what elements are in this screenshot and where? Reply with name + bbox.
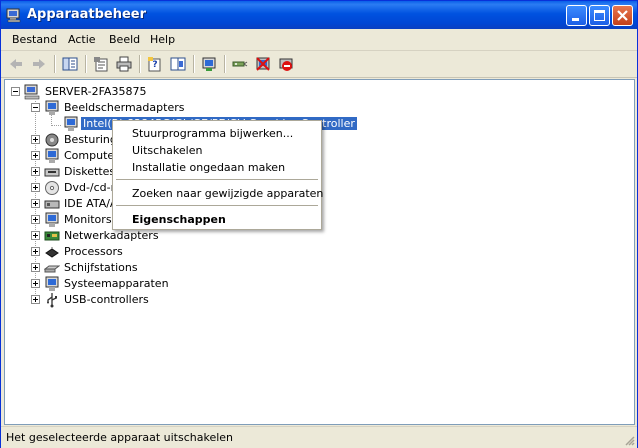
menu-beeld[interactable]: Beeld: [109, 33, 140, 46]
tree-category-label: Besturing: [64, 133, 117, 146]
network-adapter-icon: [44, 231, 60, 241]
tree-category-label: USB-controllers: [64, 293, 149, 306]
menu-item-update-driver[interactable]: Stuurprogramma bijwerken...: [113, 124, 321, 141]
title-bar[interactable]: Apparaatbeheer: [1, 1, 637, 29]
computer-icon: [24, 84, 40, 100]
update-driver-icon[interactable]: [201, 56, 217, 72]
menu-item-label: Zoeken naar gewijzigde apparaten: [132, 187, 324, 200]
tree-root[interactable]: SERVER-2FA35875: [5, 84, 305, 100]
tree-category-label: Netwerkadapters: [64, 229, 159, 242]
menu-item-label: Uitschakelen: [132, 144, 203, 157]
status-text: Het geselecteerde apparaat uitschakelen: [6, 431, 234, 444]
menu-help[interactable]: Help: [150, 33, 175, 46]
scan-hardware-icon[interactable]: [232, 56, 248, 72]
menu-bar: Bestand Actie Beeld Help: [1, 29, 637, 51]
menu-separator: [116, 205, 318, 206]
minimize-icon: [572, 18, 579, 21]
tree-category-system-devices[interactable]: Systeemapparaten: [5, 276, 305, 292]
menu-item-uninstall[interactable]: Installatie ongedaan maken: [113, 158, 321, 175]
expand-toggle[interactable]: [31, 279, 40, 288]
properties-icon[interactable]: [93, 56, 109, 72]
context-menu: Stuurprogramma bijwerken... Uitschakelen…: [112, 120, 324, 230]
close-icon: [617, 10, 628, 21]
expand-toggle[interactable]: [31, 263, 40, 272]
menu-separator: [116, 179, 318, 180]
maximize-icon: [594, 10, 605, 21]
toolbar-separator: [85, 55, 87, 73]
help-icon[interactable]: ?: [147, 56, 163, 72]
tree-category-label: Monitors: [64, 213, 112, 226]
window-title: Apparaatbeheer: [27, 7, 147, 22]
close-button[interactable]: [612, 5, 633, 26]
tree-category-usb-controllers[interactable]: USB-controllers: [5, 292, 305, 308]
menu-bestand[interactable]: Bestand: [12, 33, 57, 46]
expand-toggle[interactable]: [31, 199, 40, 208]
status-bar: Het geselecteerde apparaat uitschakelen: [1, 426, 637, 448]
menu-actie[interactable]: Actie: [68, 33, 96, 46]
expand-toggle[interactable]: [31, 231, 40, 240]
display-adapter-icon: [45, 100, 59, 115]
help-topics-icon[interactable]: [170, 56, 186, 72]
tree-category-display-adapters[interactable]: Beeldschermadapters: [5, 100, 305, 116]
tree-category-label: Systeemapparaten: [64, 277, 169, 290]
device-manager-icon: [6, 8, 21, 23]
usb-icon: [47, 293, 57, 308]
expand-toggle[interactable]: [31, 247, 40, 256]
tree-category-label: Schijfstations: [64, 261, 138, 274]
toolbar-separator: [224, 55, 226, 73]
tree-category-label: Beeldschermadapters: [64, 101, 185, 114]
expand-toggle[interactable]: [31, 295, 40, 304]
resize-grip-icon[interactable]: [623, 434, 635, 446]
tree-category-label: IDE ATA/A: [64, 197, 118, 210]
svg-text:?: ?: [152, 60, 157, 70]
system-device-icon: [45, 276, 59, 291]
show-hide-tree-icon[interactable]: [62, 56, 78, 72]
expand-toggle[interactable]: [31, 135, 40, 144]
expand-toggle[interactable]: [31, 215, 40, 224]
tree-category-processors[interactable]: Processors: [5, 244, 305, 260]
toolbar-separator: [139, 55, 141, 73]
collapse-toggle[interactable]: [11, 87, 20, 96]
toolbar-separator: [193, 55, 195, 73]
tree-category-network-adapters[interactable]: Netwerkadapters: [5, 228, 305, 244]
maximize-button[interactable]: [589, 5, 610, 26]
tree-root-label: SERVER-2FA35875: [45, 85, 147, 98]
dvd-drive-icon: [45, 181, 59, 195]
menu-item-disable[interactable]: Uitschakelen: [113, 141, 321, 158]
back-arrow-icon[interactable]: [8, 56, 24, 72]
ide-controller-icon: [44, 200, 60, 209]
processor-icon: [45, 247, 59, 258]
tree-category-label: Processors: [64, 245, 123, 258]
expand-toggle[interactable]: [31, 183, 40, 192]
sound-controller-icon: [45, 133, 59, 147]
menu-item-properties[interactable]: Eigenschappen: [113, 210, 321, 227]
disable-icon[interactable]: [278, 56, 294, 72]
collapse-toggle[interactable]: [31, 103, 40, 112]
menu-item-label: Eigenschappen: [132, 213, 226, 226]
uninstall-icon[interactable]: [255, 56, 271, 72]
toolbar-separator: [54, 55, 56, 73]
disk-drive-icon: [44, 265, 60, 273]
menu-item-label: Installatie ongedaan maken: [132, 161, 286, 174]
minimize-button[interactable]: [566, 5, 587, 26]
device-manager-window: Apparaatbeheer Bestand Actie Beeld Help …: [0, 0, 638, 448]
floppy-drive-icon: [44, 168, 60, 177]
tree-category-disk-drives[interactable]: Schijfstations: [5, 260, 305, 276]
menu-item-scan-changes[interactable]: Zoeken naar gewijzigde apparaten: [113, 184, 324, 201]
expand-toggle[interactable]: [31, 151, 40, 160]
computer-icon: [45, 148, 59, 163]
expand-toggle[interactable]: [31, 167, 40, 176]
monitor-icon: [45, 212, 59, 227]
print-icon[interactable]: [116, 56, 132, 72]
menu-item-label: Stuurprogramma bijwerken...: [132, 127, 294, 140]
forward-arrow-icon[interactable]: [31, 56, 47, 72]
toolbar: ?: [1, 51, 637, 78]
display-adapter-icon: [64, 116, 78, 131]
